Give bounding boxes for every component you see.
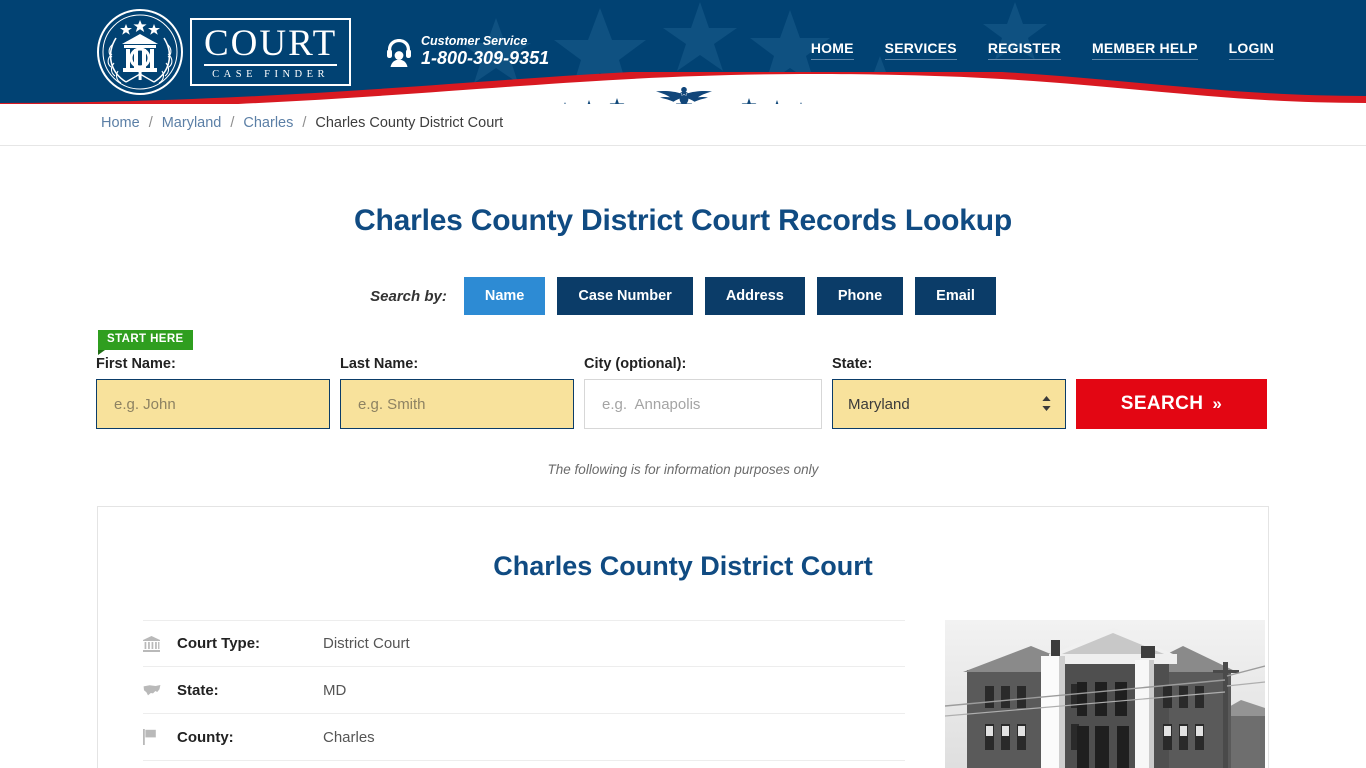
table-row: County: Charles (143, 714, 905, 761)
county-key: County: (177, 728, 234, 746)
court-info-card: Charles County District Court Court Type… (97, 506, 1269, 768)
site-logo[interactable]: COURT CASE FINDER (96, 8, 352, 96)
tab-email[interactable]: Email (915, 277, 996, 315)
nav-login[interactable]: LOGIN (1228, 40, 1274, 60)
search-button-label: SEARCH (1120, 393, 1204, 414)
eagle-emblem-icon (655, 86, 713, 104)
state-label: State: (832, 356, 873, 372)
court-details-table: Court Type: District Court State: MD Cou… (143, 620, 905, 768)
information-purposes-note: The following is for information purpose… (547, 462, 819, 477)
search-form: START HERE First Name: Last Name: City (… (0, 330, 1366, 429)
state-field-group: State: Maryland (832, 356, 1066, 429)
page-title: Charles County District Court Records Lo… (354, 204, 1012, 237)
court-card-title: Charles County District Court (493, 551, 873, 581)
start-here-badge: START HERE (98, 330, 193, 354)
last-name-field-group: Last Name: (340, 356, 574, 429)
customer-service-block[interactable]: Customer Service 1-800-309-9351 (386, 34, 549, 69)
us-map-icon (143, 684, 177, 697)
county-value: Charles (323, 728, 375, 746)
nav-member-help[interactable]: MEMBER HELP (1092, 40, 1198, 60)
site-header: COURT CASE FINDER Customer Service 1-800… (0, 0, 1366, 104)
first-name-field-group: First Name: (96, 356, 330, 429)
customer-service-phone[interactable]: 1-800-309-9351 (421, 48, 549, 69)
table-row: Court Type: District Court (143, 620, 905, 667)
double-chevron-right-icon: » (1212, 394, 1223, 413)
bank-building-icon (143, 635, 177, 652)
breadcrumb-separator: / (148, 115, 153, 131)
state-select[interactable]: Maryland (832, 379, 1066, 429)
tab-phone[interactable]: Phone (816, 277, 904, 315)
courthouse-photo (945, 620, 1265, 768)
tab-name[interactable]: Name (463, 277, 546, 315)
search-form-row: First Name: Last Name: City (optional): … (96, 330, 1270, 429)
first-name-input[interactable] (96, 379, 330, 429)
breadcrumb-separator: / (230, 115, 235, 131)
logo-word-case-finder: CASE FINDER (212, 68, 330, 80)
breadcrumb-item-current: Charles County District Court (315, 115, 504, 131)
nav-services[interactable]: SERVICES (884, 40, 957, 60)
nav-register[interactable]: REGISTER (987, 40, 1061, 60)
customer-service-label: Customer Service (421, 34, 528, 48)
search-by-label: Search by: (370, 287, 447, 305)
city-field-group: City (optional): (584, 356, 822, 429)
first-name-label: First Name: (96, 356, 176, 372)
state-key: State: (177, 681, 219, 699)
flag-icon (143, 729, 177, 745)
court-type-key: Court Type: (177, 635, 261, 652)
breadcrumb: Home / Maryland / Charles / Charles Coun… (101, 115, 503, 131)
breadcrumb-bar: Home / Maryland / Charles / Charles Coun… (0, 104, 1366, 146)
logo-wordmark: COURT CASE FINDER (190, 18, 352, 86)
tab-case-number[interactable]: Case Number (557, 277, 693, 315)
page-content: Charles County District Court Records Lo… (0, 146, 1366, 768)
city-label: City (optional): (584, 356, 687, 372)
court-type-value: District Court (323, 635, 410, 652)
last-name-label: Last Name: (340, 356, 419, 372)
logo-word-court: COURT (204, 23, 338, 66)
table-row: State: MD (143, 667, 905, 714)
search-by-tabs: Search by: Name Case Number Address Phon… (0, 277, 1366, 315)
table-row (143, 761, 905, 768)
nav-home[interactable]: HOME (810, 40, 854, 60)
last-name-input[interactable] (340, 379, 574, 429)
breadcrumb-item-charles[interactable]: Charles (243, 115, 293, 131)
main-navigation: HOME SERVICES REGISTER MEMBER HELP LOGIN (810, 40, 1274, 60)
breadcrumb-separator: / (302, 115, 307, 131)
city-input[interactable] (584, 379, 822, 429)
breadcrumb-item-home[interactable]: Home (101, 115, 140, 131)
breadcrumb-item-maryland[interactable]: Maryland (162, 115, 222, 131)
state-value: MD (323, 681, 347, 699)
search-button[interactable]: SEARCH » (1076, 379, 1267, 429)
headset-support-icon (386, 37, 412, 67)
tab-address[interactable]: Address (704, 277, 805, 315)
court-seal-icon (96, 8, 184, 96)
